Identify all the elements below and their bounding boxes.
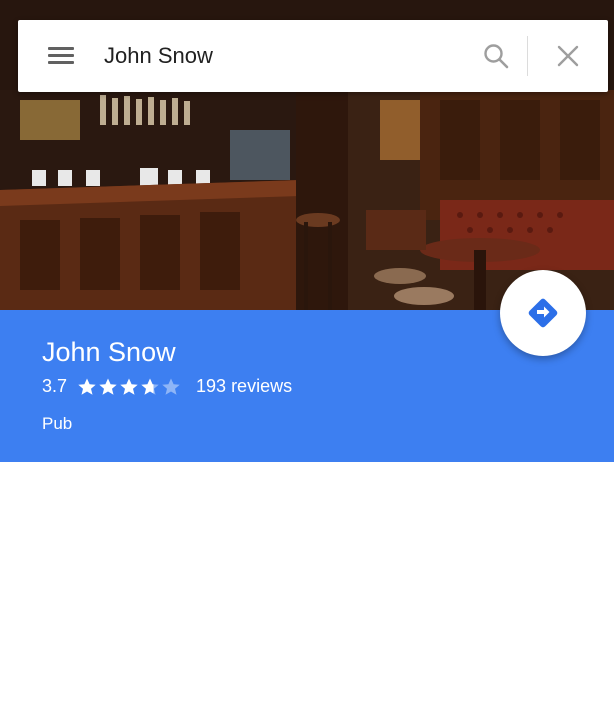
menu-button[interactable] <box>18 20 104 92</box>
place-type: Pub <box>42 414 73 433</box>
close-icon <box>557 45 579 67</box>
star-icon <box>78 378 96 395</box>
search-bar: John Snow <box>18 20 608 92</box>
place-name: John Snow <box>42 337 176 367</box>
star-icon <box>120 378 138 395</box>
review-count[interactable]: 193 reviews <box>196 376 292 397</box>
star-icon <box>141 378 159 395</box>
directions-button[interactable] <box>500 270 586 356</box>
clear-search-button[interactable] <box>528 20 608 92</box>
star-icon <box>99 378 117 395</box>
directions-label[interactable]: Directions <box>470 686 614 706</box>
search-icon <box>484 44 509 69</box>
hamburger-menu-icon <box>48 47 74 65</box>
star-icon <box>162 378 180 395</box>
rating-value: 3.7 <box>42 376 68 396</box>
search-button[interactable] <box>465 20 527 92</box>
search-input[interactable]: John Snow <box>104 43 465 69</box>
star-rating <box>77 377 182 397</box>
directions-arrow-icon <box>528 298 558 328</box>
rating-row: 3.7 193 reviews <box>42 376 292 397</box>
